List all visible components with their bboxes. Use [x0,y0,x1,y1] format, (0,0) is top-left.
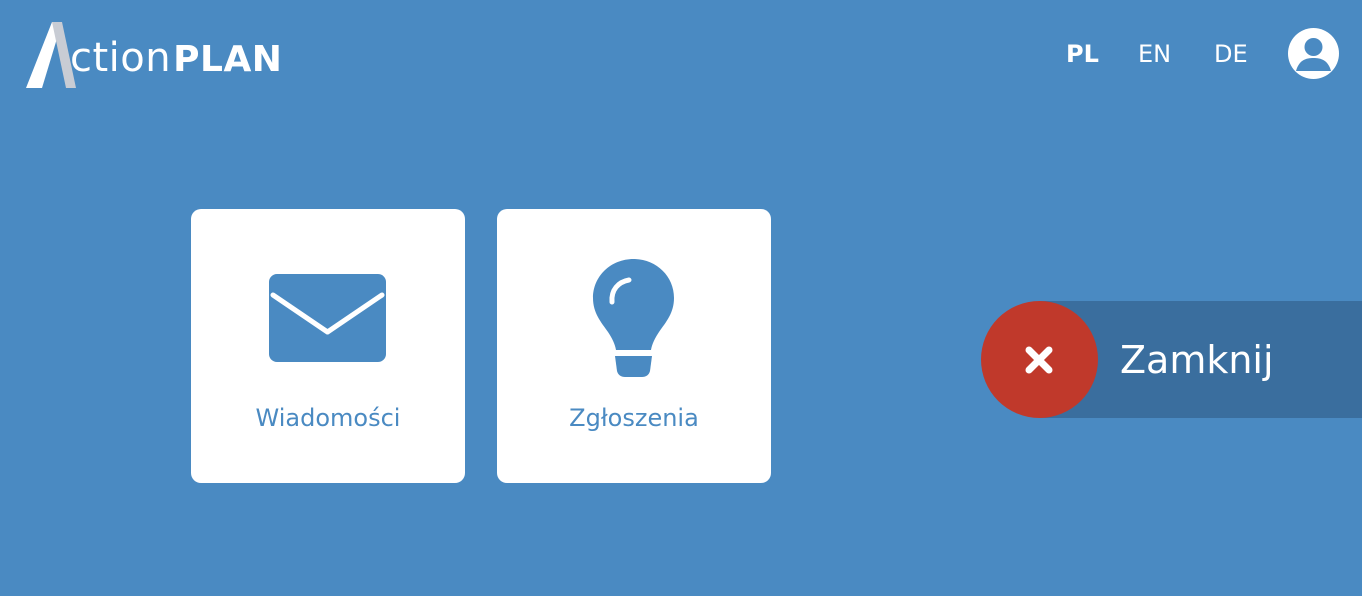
envelope-icon [269,274,386,362]
user-menu-button[interactable] [1288,28,1339,79]
lightbulb-icon [593,259,674,377]
letter-a-icon [26,22,76,88]
close-icon [1025,346,1053,374]
logo-text: ctionPLAN [70,38,282,78]
tile-reports-label: Zgłoszenia [569,404,699,432]
tile-messages-label: Wiadomości [255,404,401,432]
close-button-circle[interactable] [981,301,1098,418]
tile-messages[interactable]: Wiadomości [191,209,465,483]
language-en[interactable]: EN [1138,40,1171,68]
close-button-label[interactable]: Zamknij [1120,338,1274,382]
logo-text-bold: PLAN [173,39,283,80]
user-icon [1296,38,1331,71]
tile-reports[interactable]: Zgłoszenia [497,209,771,483]
app-screen: ctionPLAN PL EN DE Wiadomości Zgłoszenia [0,0,1362,596]
language-de[interactable]: DE [1214,40,1248,68]
language-pl[interactable]: PL [1066,40,1099,68]
logo-text-light: ction [70,35,172,81]
